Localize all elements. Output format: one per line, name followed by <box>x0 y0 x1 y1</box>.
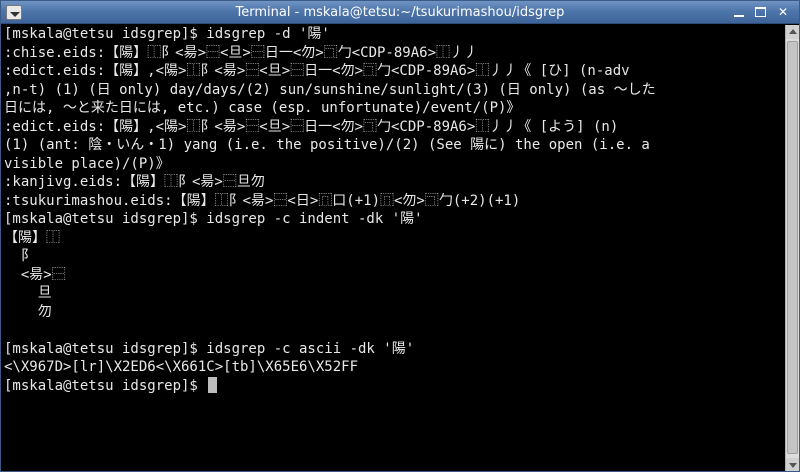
terminal-line: [mskala@tetsu idsgrep]$ idsgrep -d '陽' <box>4 26 330 42</box>
minimize-icon <box>734 15 744 17</box>
terminal-line: visible place)/(P)》 <box>4 155 170 172</box>
terminal-line: 阝 <box>4 248 35 264</box>
scroll-down-arrow-icon[interactable] <box>786 458 799 471</box>
terminal-line: :edict.eids:【陽】,<陽>⿰阝<昜>⿱<旦>⿱日一<勿>⿹勹<CDP… <box>4 63 630 79</box>
terminal-line: ,n-t) (1) (日 only) day/days/(2) sun/suns… <box>4 81 656 98</box>
scroll-up-arrow-icon[interactable] <box>786 25 799 39</box>
terminal-line: 勿 <box>4 303 52 320</box>
terminal-line: 日には, ～と来た日には, etc.) case (esp. unfortuna… <box>4 100 521 116</box>
text-cursor <box>208 376 218 393</box>
close-button[interactable]: ✕ <box>775 5 791 20</box>
window-title: Terminal - mskala@tetsu:~/tsukurimashou/… <box>235 5 565 20</box>
terminal-line: <\X967D>[lr]\X2ED6<\X661C>[tb]\X65E6\X52… <box>4 359 359 375</box>
terminal-output[interactable]: [mskala@tetsu idsgrep]$ idsgrep -d '陽' :… <box>1 25 785 471</box>
terminal-line: :chise.eids:【陽】⿰阝<昜>⿱<旦>⿱日一<勿>⿹勹<CDP-89A… <box>4 44 479 61</box>
terminal-window: Terminal - mskala@tetsu:~/tsukurimashou/… <box>0 0 800 472</box>
terminal-line: 旦 <box>4 285 52 301</box>
terminal-line: :edict.eids:【陽】,<陽>⿰阝<昜>⿱<旦>⿱日一<勿>⿹勹<CDP… <box>4 118 619 135</box>
terminal-line: [mskala@tetsu idsgrep]$ idsgrep -c ascii… <box>4 340 415 357</box>
terminal-prompt: [mskala@tetsu idsgrep]$ <box>4 377 207 394</box>
minimize-button[interactable] <box>731 5 747 20</box>
terminal-line: :kanjivg.eids:【陽】⿰阝<昜>⿱旦勿 <box>4 174 265 190</box>
terminal-line: <昜>⿱ <box>4 266 66 283</box>
scrollbar-thumb[interactable] <box>787 41 798 454</box>
terminal-prompt-line[interactable]: [mskala@tetsu idsgrep]$ <box>4 376 785 396</box>
maximize-icon <box>755 7 766 17</box>
terminal-line: (1) (ant: 陰・いん・1) yang (i.e. the positiv… <box>4 137 650 153</box>
maximize-button[interactable] <box>753 5 769 20</box>
terminal-line: [mskala@tetsu idsgrep]$ idsgrep -c inden… <box>4 211 423 227</box>
terminal-line: 【陽】⿰ <box>4 229 60 246</box>
vertical-scrollbar[interactable] <box>785 25 799 471</box>
terminal-line: :tsukurimashou.eids:【陽】⿰阝<昜>⿱<日>⿵口(+1)⿵<… <box>4 192 521 209</box>
title-bar[interactable]: Terminal - mskala@tetsu:~/tsukurimashou/… <box>1 1 799 24</box>
